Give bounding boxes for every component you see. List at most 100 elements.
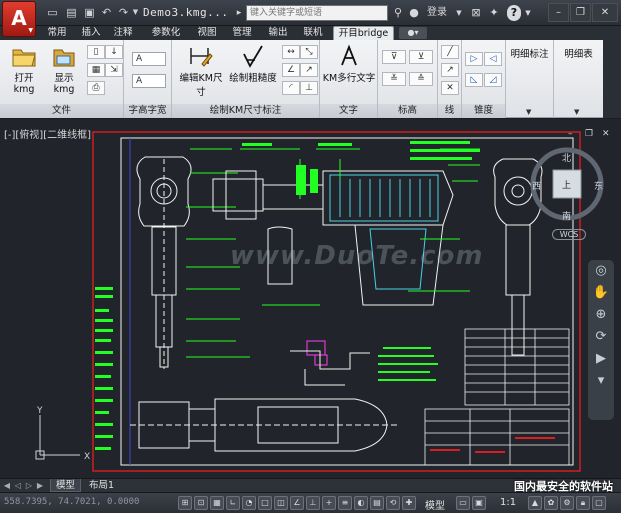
leader-icon[interactable]: ↗ xyxy=(300,63,318,77)
angle-dim-icon[interactable]: ∠ xyxy=(282,63,300,77)
tab-output[interactable]: 输出 xyxy=(262,26,294,40)
login-button[interactable]: 登录 xyxy=(423,5,451,21)
binoculars-icon[interactable]: ⚲ xyxy=(391,5,405,21)
dynamic-ucs-icon[interactable]: ⊥ xyxy=(306,496,320,510)
taper-left-icon[interactable]: ◁ xyxy=(484,52,502,66)
transparency-icon[interactable]: ◐ xyxy=(354,496,368,510)
object-snap-icon[interactable]: □ xyxy=(258,496,272,510)
elevation-level-alt-icon[interactable]: ≙ xyxy=(409,72,433,86)
slope-left-icon[interactable]: ◿ xyxy=(484,73,502,87)
panel-toggle-icon[interactable]: ●▾ xyxy=(399,27,427,39)
radius-dim-icon[interactable]: ◜ xyxy=(282,81,300,95)
quick-view-layouts-icon[interactable]: ▭ xyxy=(456,496,470,510)
clean-screen-icon[interactable]: ▢ xyxy=(592,496,606,510)
dynamic-input-icon[interactable]: + xyxy=(322,496,336,510)
restore-icon[interactable]: ❐ xyxy=(585,129,593,139)
drawing-canvas[interactable]: Y X [-][俯视][二维线框] – ❐ ✕ www.DuoTe.com 北 … xyxy=(0,119,621,478)
application-menu-button[interactable]: A ▼ xyxy=(2,1,36,37)
quick-properties-icon[interactable]: ▤ xyxy=(370,496,384,510)
star-icon[interactable]: ✦ xyxy=(487,5,501,21)
quick-view-drawings-icon[interactable]: ▣ xyxy=(472,496,486,510)
show-kmg-button[interactable]: 显示kmg xyxy=(45,44,83,95)
exchange-icon[interactable]: ⊠ xyxy=(469,5,483,21)
elevation-mark-icon[interactable]: ⊽ xyxy=(382,50,406,64)
compass-east[interactable]: 东 xyxy=(594,179,603,192)
tab-kaimu-bridge[interactable]: 开目bridge xyxy=(333,26,394,40)
minimize-icon[interactable]: – xyxy=(548,3,569,22)
line-diagonal-icon[interactable]: ╱ xyxy=(441,45,459,59)
draw-roughness-button[interactable]: 绘制粗糙度 xyxy=(227,44,279,84)
tab-manage[interactable]: 管理 xyxy=(226,26,258,40)
tab-layout1[interactable]: 布局1 xyxy=(84,479,119,492)
annotation-scale[interactable]: 1:1 xyxy=(500,497,516,508)
lock-icon[interactable]: 🔒︎ xyxy=(576,496,590,510)
compass-west[interactable]: 西 xyxy=(532,179,541,192)
taper-right-icon[interactable]: ▷ xyxy=(465,52,483,66)
search-input[interactable]: 键入关键字或短语 xyxy=(246,5,388,21)
viewport-controls-label[interactable]: [-][俯视][二维线框] xyxy=(4,126,91,141)
bom-table-button[interactable]: 明细表 xyxy=(554,46,603,60)
new-doc-icon[interactable]: ▯ xyxy=(87,45,105,59)
elevation-mark-alt-icon[interactable]: ⊻ xyxy=(409,50,433,64)
tab-parametric[interactable]: 参数化 xyxy=(145,26,187,40)
polar-tracking-icon[interactable]: ◔ xyxy=(242,496,256,510)
grid-display-icon[interactable]: ▦ xyxy=(210,496,224,510)
ortho-mode-icon[interactable]: ∟ xyxy=(226,496,240,510)
slope-right-icon[interactable]: ◺ xyxy=(465,73,483,87)
annotation-monitor-icon[interactable]: ✚ xyxy=(402,496,416,510)
infer-constraints-icon[interactable]: ⊞ xyxy=(178,496,192,510)
edit-km-dim-button[interactable]: 编辑KM尺寸 xyxy=(176,44,226,98)
chevron-down-icon[interactable]: ▼ xyxy=(524,5,532,21)
chevron-down-icon[interactable]: ▼ xyxy=(574,108,579,116)
viewport-more-icon[interactable]: ▾ xyxy=(588,370,614,392)
user-icon[interactable]: ● xyxy=(408,5,420,21)
minimize-icon[interactable]: – xyxy=(568,129,573,139)
auto-scale-icon[interactable]: ✿ xyxy=(544,496,558,510)
export-icon[interactable]: ⇲ xyxy=(105,63,123,77)
chevron-down-icon[interactable]: ▼ xyxy=(128,5,143,20)
compass-north[interactable]: 北 xyxy=(562,151,571,164)
km-multiline-text-button[interactable]: KM多行文字 xyxy=(322,44,376,84)
tab-annotate[interactable]: 注释 xyxy=(108,26,138,40)
tab-view[interactable]: 视图 xyxy=(191,26,223,40)
open-folder-icon[interactable]: ▤ xyxy=(64,5,79,20)
print-icon[interactable]: ⎙ xyxy=(87,81,105,95)
cross-line-icon[interactable]: ✕ xyxy=(441,81,459,95)
tab-online[interactable]: 联机 xyxy=(297,26,329,40)
last-tab-icon[interactable]: ▶ xyxy=(35,479,45,492)
new-file-icon[interactable]: ▭ xyxy=(45,5,60,20)
tab-model[interactable]: 模型 xyxy=(50,479,82,492)
arrow-down-icon[interactable]: ↓ xyxy=(105,45,123,59)
open-kmg-button[interactable]: 打开kmg xyxy=(6,44,42,95)
linear-dim-icon[interactable]: ↔ xyxy=(282,45,300,59)
chevron-down-icon[interactable]: ▼ xyxy=(455,5,463,21)
help-icon[interactable]: ? xyxy=(507,5,521,21)
showmotion-icon[interactable]: ▶ xyxy=(588,348,614,370)
prev-tab-icon[interactable]: ◁ xyxy=(13,479,23,492)
tab-insert[interactable]: 插入 xyxy=(76,26,106,40)
chevron-down-icon[interactable]: ▼ xyxy=(526,108,531,116)
next-tab-icon[interactable]: ▷ xyxy=(24,479,34,492)
undo-icon[interactable]: ↶ xyxy=(99,5,114,20)
elevation-level-icon[interactable]: ≚ xyxy=(382,72,406,86)
save-icon[interactable]: ▣ xyxy=(82,5,97,20)
restore-icon[interactable]: ❐ xyxy=(570,3,591,22)
selection-cycling-icon[interactable]: ⟲ xyxy=(386,496,400,510)
text-height-combo[interactable]: A xyxy=(132,52,166,66)
snap-mode-icon[interactable]: ⊡ xyxy=(194,496,208,510)
tab-home[interactable]: 常用 xyxy=(40,26,74,40)
workspace-switch-icon[interactable]: ⚙ xyxy=(560,496,574,510)
text-width-combo[interactable]: A xyxy=(132,74,166,88)
pan-hand-icon[interactable]: ✋ xyxy=(588,282,614,304)
aligned-dim-icon[interactable]: ⤡ xyxy=(300,45,318,59)
3d-osnap-icon[interactable]: ◫ xyxy=(274,496,288,510)
close-icon[interactable]: ✕ xyxy=(592,3,618,22)
wcs-menu[interactable]: WCS xyxy=(552,229,586,240)
bom-mark-button[interactable]: 明细标注 xyxy=(506,46,553,60)
compass-south[interactable]: 南 xyxy=(562,209,571,222)
steering-wheel-icon[interactable]: ◎ xyxy=(588,260,614,282)
image-icon[interactable]: ▦ xyxy=(87,63,105,77)
first-tab-icon[interactable]: ◀ xyxy=(2,479,12,492)
tolerance-icon[interactable]: ⊥ xyxy=(300,81,318,95)
arrow-line-icon[interactable]: ↗ xyxy=(441,63,459,77)
